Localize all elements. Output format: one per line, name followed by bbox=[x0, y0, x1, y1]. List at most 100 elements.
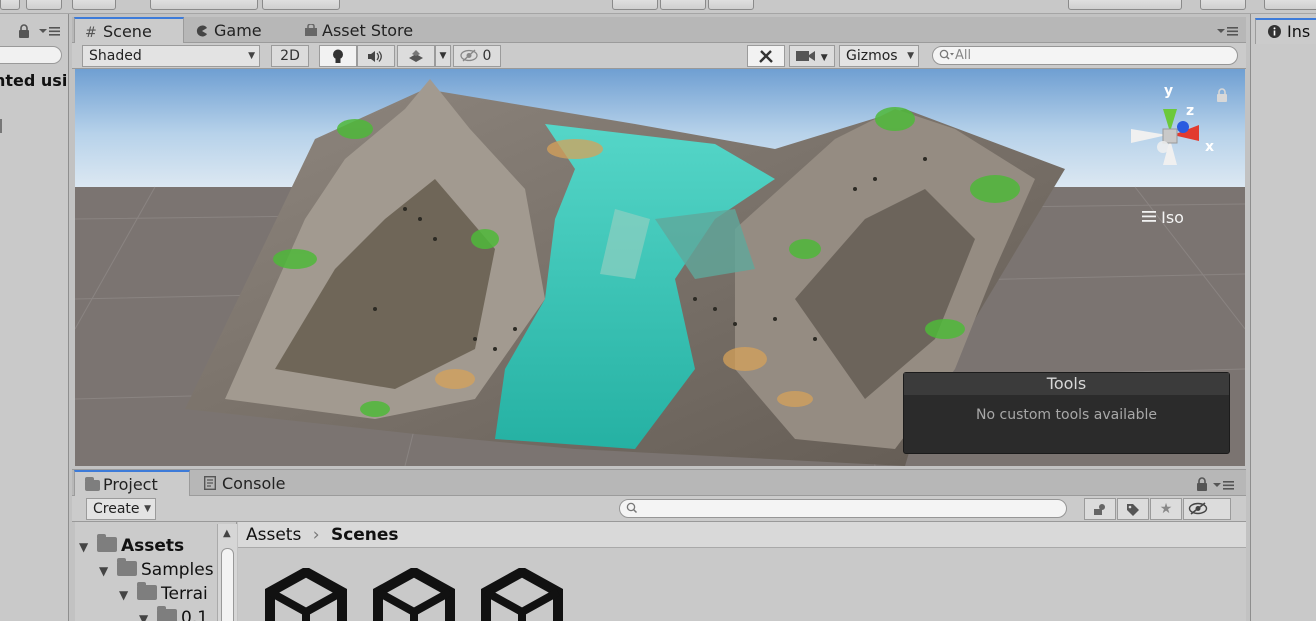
project-lock-icon[interactable] bbox=[1196, 477, 1208, 491]
tree-scrollbar[interactable]: ▲ bbox=[217, 524, 237, 621]
chevron-down-icon: ▼ bbox=[248, 51, 255, 61]
tree-item-assets[interactable]: ▼ Assets bbox=[79, 534, 185, 557]
gizmo-x-label: x bbox=[1205, 139, 1215, 155]
search-by-type-button[interactable] bbox=[1084, 498, 1116, 520]
rotate-tool-button[interactable] bbox=[26, 0, 62, 10]
create-dropdown[interactable]: Create ▼ bbox=[86, 498, 156, 520]
scene-effects-toggle[interactable] bbox=[397, 45, 435, 67]
pacman-icon bbox=[196, 18, 214, 46]
step-button[interactable] bbox=[708, 0, 754, 10]
shading-mode-label: Shaded bbox=[89, 48, 142, 64]
project-search-input[interactable] bbox=[619, 499, 1067, 518]
scene-asset-tile[interactable] bbox=[264, 568, 348, 621]
transform-tool-button[interactable] bbox=[72, 0, 116, 10]
scene-asset-tile[interactable] bbox=[372, 568, 456, 621]
effects-dropdown[interactable]: ▼ bbox=[435, 45, 451, 67]
scene-search-input[interactable]: All bbox=[932, 46, 1238, 65]
expand-arrow-icon: ▼ bbox=[99, 564, 109, 578]
gizmo-lock-icon[interactable] bbox=[1216, 88, 1228, 102]
pivot-local-toggle[interactable] bbox=[262, 0, 340, 10]
account-button[interactable] bbox=[1264, 0, 1316, 10]
gizmos-dropdown[interactable]: Gizmos ▼ bbox=[839, 45, 919, 67]
toggle-2d-label: 2D bbox=[280, 48, 300, 64]
hierarchy-child-marker bbox=[0, 119, 4, 133]
project-tab-bar: Project Console bbox=[72, 469, 1246, 496]
orientation-gizmo[interactable]: y x z bbox=[1127, 83, 1217, 187]
hamburger-icon bbox=[1142, 211, 1156, 222]
play-button[interactable] bbox=[612, 0, 658, 10]
star-icon: ★ bbox=[1159, 501, 1173, 517]
hierarchy-panel: nted usi bbox=[0, 14, 69, 621]
tree-item-version[interactable]: ▼ 0.1 bbox=[139, 606, 209, 621]
tab-scene[interactable]: # Scene bbox=[74, 17, 184, 43]
search-by-label-button[interactable] bbox=[1117, 498, 1149, 520]
unity-scene-icon bbox=[373, 568, 455, 621]
scene-search-placeholder: All bbox=[955, 48, 972, 63]
hierarchy-scene-row[interactable]: nted usi bbox=[0, 70, 68, 92]
hidden-objects-toggle[interactable]: 0 bbox=[453, 45, 501, 67]
projection-toggle[interactable]: Iso bbox=[1142, 208, 1184, 227]
tab-asset-store[interactable]: Asset Store bbox=[294, 17, 423, 43]
scene-asset-tile[interactable] bbox=[480, 568, 564, 621]
panel-menu-icon[interactable] bbox=[38, 24, 62, 38]
tab-console[interactable]: Console bbox=[194, 470, 296, 496]
project-panel-menu-icon[interactable] bbox=[1212, 479, 1236, 491]
lock-icon[interactable] bbox=[18, 24, 30, 38]
breadcrumb-item-assets[interactable]: Assets bbox=[246, 525, 301, 545]
hidden-packages-toggle[interactable]: 10 bbox=[1183, 498, 1231, 537]
tools-overlay: Tools No custom tools available bbox=[903, 372, 1230, 454]
info-icon bbox=[1268, 25, 1281, 38]
favorites-button[interactable]: ★ bbox=[1150, 498, 1182, 520]
scroll-up-icon[interactable]: ▲ bbox=[223, 528, 231, 539]
chevron-down-icon: ▼ bbox=[907, 51, 914, 61]
camera-icon bbox=[796, 50, 816, 62]
hand-tool-button[interactable] bbox=[0, 0, 20, 10]
effects-icon bbox=[398, 49, 434, 64]
tab-asset-store-label: Asset Store bbox=[322, 21, 414, 40]
pause-button[interactable] bbox=[660, 0, 706, 10]
scene-lighting-toggle[interactable] bbox=[319, 45, 357, 67]
projection-label: Iso bbox=[1161, 208, 1184, 227]
lightbulb-icon bbox=[320, 49, 356, 64]
tab-project-label: Project bbox=[103, 475, 158, 494]
tree-item-label: 0.1 bbox=[181, 608, 209, 621]
layers-button[interactable] bbox=[1200, 0, 1246, 10]
shading-mode-dropdown[interactable]: Shaded ▼ bbox=[82, 45, 260, 67]
tab-project[interactable]: Project bbox=[74, 470, 190, 496]
tab-inspector[interactable]: Ins bbox=[1255, 18, 1316, 44]
gizmo-y-label: y bbox=[1164, 83, 1174, 99]
expand-arrow-icon: ▼ bbox=[119, 588, 129, 602]
scene-panel-menu-icon[interactable] bbox=[1216, 25, 1240, 37]
scrollbar-thumb[interactable] bbox=[221, 548, 234, 621]
eye-slash-icon bbox=[1188, 502, 1208, 515]
expand-arrow-icon: ▼ bbox=[79, 540, 89, 554]
tree-item-terrain[interactable]: ▼ Terrai bbox=[119, 582, 208, 605]
chevron-down-icon: ▼ bbox=[820, 53, 828, 63]
tab-scene-label: Scene bbox=[103, 22, 152, 41]
project-folder-tree: ▼ Assets ▼ Samples ▼ Terrai ▼ 0.1 bbox=[75, 522, 237, 621]
scene-tools-toggle[interactable] bbox=[747, 45, 785, 67]
inspector-panel: Ins bbox=[1250, 14, 1316, 621]
chevron-down-icon: ▼ bbox=[144, 504, 151, 514]
tree-item-label: Assets bbox=[121, 536, 185, 556]
scene-audio-toggle[interactable] bbox=[357, 45, 395, 67]
tab-inspector-label: Ins bbox=[1287, 22, 1311, 41]
breadcrumb-item-scenes[interactable]: Scenes bbox=[331, 525, 399, 545]
tree-item-samples[interactable]: ▼ Samples bbox=[99, 558, 214, 581]
project-asset-view: Assets › Scenes bbox=[238, 522, 1246, 621]
unity-scene-icon bbox=[265, 568, 347, 621]
search-icon bbox=[939, 49, 955, 61]
scene-camera-dropdown[interactable]: ▼ bbox=[789, 45, 835, 67]
toggle-2d-button[interactable]: 2D bbox=[271, 45, 309, 67]
tab-game[interactable]: Game bbox=[186, 17, 272, 43]
hierarchy-search-input[interactable] bbox=[0, 46, 62, 64]
breadcrumb: Assets › Scenes bbox=[238, 522, 1246, 548]
folder-icon bbox=[97, 534, 117, 552]
console-icon bbox=[204, 471, 222, 499]
hierarchy-filter-icon bbox=[1085, 503, 1115, 516]
unity-scene-icon bbox=[481, 568, 563, 621]
collab-button[interactable] bbox=[1068, 0, 1182, 10]
tools-icon bbox=[748, 49, 784, 64]
pivot-center-toggle[interactable] bbox=[150, 0, 258, 10]
folder-icon bbox=[117, 558, 137, 576]
